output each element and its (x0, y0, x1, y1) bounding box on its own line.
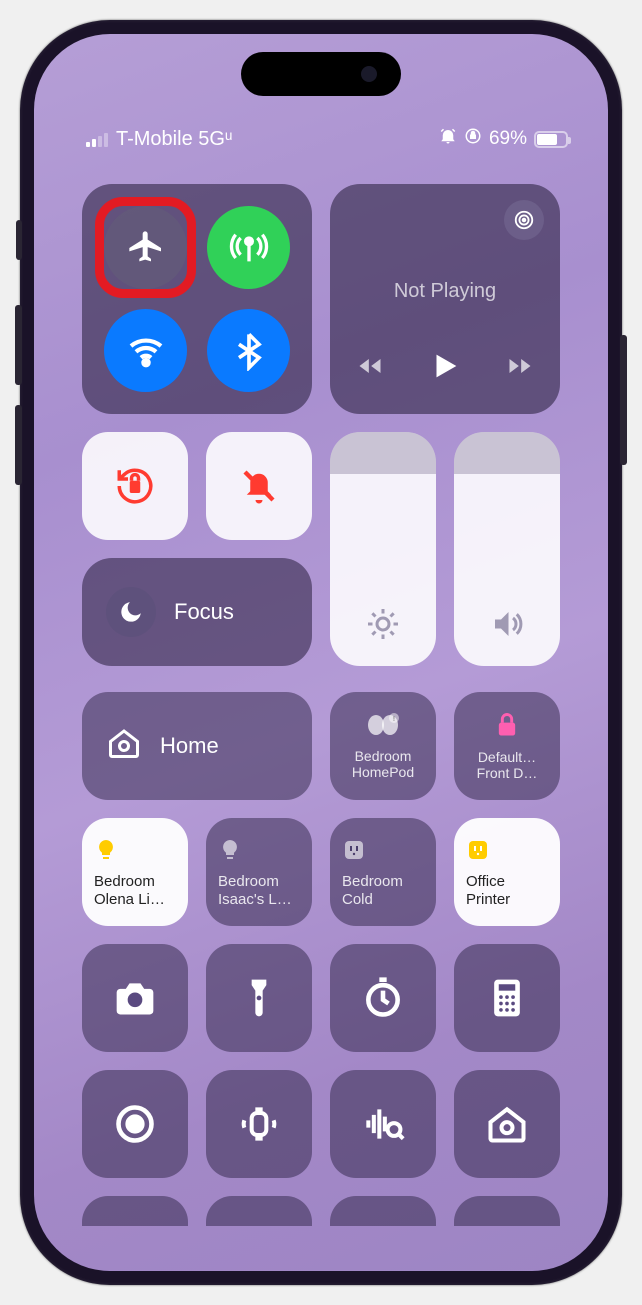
homepod-tile[interactable]: ! BedroomHomePod (330, 692, 436, 800)
partial-tile[interactable] (82, 1196, 188, 1226)
outlet-icon (466, 838, 548, 867)
silent-mode-button[interactable] (206, 432, 312, 540)
partial-tile[interactable] (206, 1196, 312, 1226)
orientation-lock-button[interactable] (82, 432, 188, 540)
mute-switch (16, 220, 22, 260)
bluetooth-button[interactable] (207, 309, 290, 392)
watch-ping-icon (237, 1102, 281, 1146)
lock-icon (493, 711, 521, 743)
focus-button[interactable]: Focus (82, 558, 312, 666)
airplay-button[interactable] (504, 200, 544, 240)
power-button (620, 335, 627, 465)
wifi-icon (126, 331, 166, 371)
focus-label: Focus (174, 599, 234, 625)
slider-remainder (330, 432, 436, 474)
svg-text:!: ! (393, 716, 395, 723)
connectivity-group[interactable] (82, 184, 312, 414)
status-bar: T-Mobile 5Gᵘ 69% (34, 126, 608, 152)
orientation-lock-icon (114, 465, 156, 507)
outlet-icon (342, 838, 424, 867)
home-app-button[interactable] (454, 1070, 560, 1178)
volume-icon (454, 606, 560, 642)
airplane-mode-button[interactable] (104, 206, 187, 289)
volume-down-button (15, 405, 22, 485)
rewind-button[interactable] (356, 352, 384, 385)
orientation-lock-icon (464, 127, 482, 151)
now-playing-label: Not Playing (330, 280, 560, 303)
dynamic-island (241, 52, 401, 96)
screen: T-Mobile 5Gᵘ 69% (34, 34, 608, 1271)
tile-label: BedroomHomePod (352, 748, 414, 780)
media-widget[interactable]: Not Playing (330, 184, 560, 414)
play-button[interactable] (428, 349, 462, 388)
flashlight-button[interactable] (206, 944, 312, 1052)
tile-label: Default…Front D… (477, 749, 538, 781)
accessory-tile-bedroom-olena[interactable]: BedroomOlena Li… (82, 818, 188, 926)
camera-button[interactable] (82, 944, 188, 1052)
calculator-button[interactable] (454, 944, 560, 1052)
bell-slash-icon (238, 465, 280, 507)
forward-button[interactable] (506, 352, 534, 385)
flashlight-icon (237, 976, 281, 1020)
lock-tile[interactable]: Default…Front D… (454, 692, 560, 800)
airplay-icon (513, 209, 535, 231)
bulb-icon (94, 838, 176, 867)
sound-search-icon (361, 1102, 405, 1146)
home-label: Home (160, 733, 219, 759)
bulb-icon (218, 838, 300, 867)
timer-icon (361, 976, 405, 1020)
watch-ping-button[interactable] (206, 1070, 312, 1178)
timer-button[interactable] (330, 944, 436, 1052)
brightness-icon (330, 606, 436, 642)
home-icon (485, 1102, 529, 1146)
iphone-frame: T-Mobile 5Gᵘ 69% (20, 20, 622, 1285)
home-icon (106, 725, 142, 767)
camera-icon (113, 976, 157, 1020)
accessory-tile-bedroom-isaac[interactable]: BedroomIsaac's L… (206, 818, 312, 926)
tile-label: BedroomIsaac's L… (218, 873, 300, 908)
screen-record-button[interactable] (82, 1070, 188, 1178)
homepod-icon: ! (367, 712, 399, 742)
airplane-icon (126, 228, 166, 268)
partial-tile[interactable] (454, 1196, 560, 1226)
wifi-button[interactable] (104, 309, 187, 392)
home-button[interactable]: Home (82, 692, 312, 800)
volume-up-button (15, 305, 22, 385)
music-recognition-button[interactable] (330, 1070, 436, 1178)
moon-icon (106, 587, 156, 637)
signal-bars-icon (86, 131, 108, 147)
battery-icon (534, 131, 568, 148)
cellular-data-button[interactable] (207, 206, 290, 289)
partial-tile[interactable] (330, 1196, 436, 1226)
carrier-label: T-Mobile 5Gᵘ (116, 128, 233, 151)
brightness-slider[interactable] (330, 432, 436, 666)
control-center: Not Playing (82, 184, 560, 1271)
volume-slider[interactable] (454, 432, 560, 666)
slider-remainder (454, 432, 560, 474)
cellular-icon (229, 228, 269, 268)
calculator-icon (485, 976, 529, 1020)
tile-label: BedroomOlena Li… (94, 873, 176, 908)
alarm-icon (439, 127, 457, 151)
tile-label: BedroomCold (342, 873, 424, 908)
record-icon (113, 1102, 157, 1146)
accessory-tile-office-printer[interactable]: OfficePrinter (454, 818, 560, 926)
battery-pct: 69% (489, 128, 527, 150)
bluetooth-icon (229, 331, 269, 371)
accessory-tile-bedroom-cold[interactable]: BedroomCold (330, 818, 436, 926)
tile-label: OfficePrinter (466, 873, 548, 908)
